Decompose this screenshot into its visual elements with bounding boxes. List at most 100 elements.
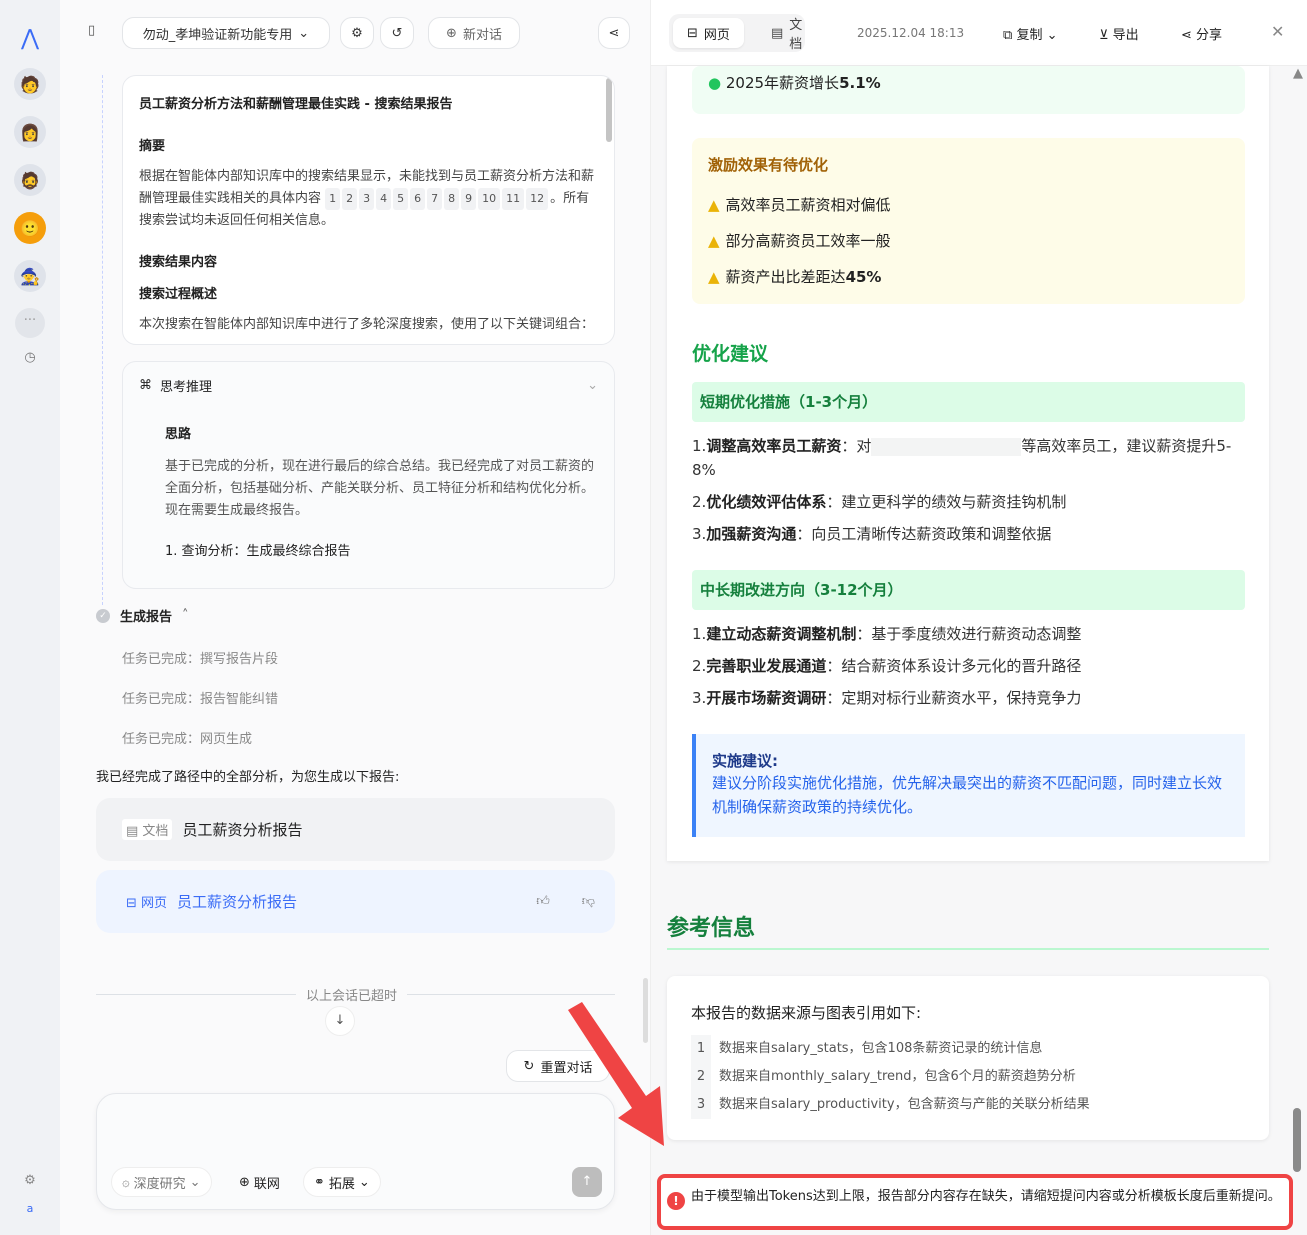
deep-research-toggle[interactable]: ۞ 深度研究 ⌄ [111, 1167, 212, 1197]
thinking-subtitle: 思路 [165, 427, 192, 442]
globe-icon: ⊕ [239, 1174, 250, 1190]
reference-intro: 本报告的数据来源与图表引用如下: [691, 1004, 922, 1022]
warning-icon: ▲ [708, 232, 720, 250]
citation-chip[interactable]: 6 [410, 188, 426, 210]
brain-icon: ۞ [122, 1174, 130, 1190]
thumbs-down-icon[interactable]: 👎︎ [582, 894, 595, 909]
chat-input[interactable] [113, 1106, 593, 1156]
new-chat-label: 新对话 [462, 27, 502, 43]
scroll-down-button[interactable]: ↓ [325, 1006, 355, 1036]
task-item: 任务已完成：撰写报告片段 [122, 652, 279, 667]
web-search-toggle[interactable]: ⊕ 联网 [239, 1167, 280, 1197]
agent-avatar-5[interactable]: 🧙 [14, 260, 46, 292]
timeout-text: 以上会话已超时 [296, 985, 408, 1004]
scroll-up-arrow[interactable]: ▲ [1293, 66, 1303, 81]
incentive-box: 激励效果有待优化 ▲ 高效率员工薪资相对偏低 ▲ 部分高薪资员工效率一般 ▲ 薪资产出… [692, 138, 1245, 304]
agent-avatar-2[interactable]: 👩 [14, 116, 46, 148]
agent-select[interactable]: 勿动_孝坤验证新功能专用 ⌄ [122, 17, 330, 49]
history-icon[interactable]: ◷ [24, 350, 35, 365]
gear-icon: ⚙ [351, 25, 363, 41]
growth-box: ● 2025年薪资增长5.1% [692, 66, 1245, 114]
share-button[interactable]: ⋖ [598, 17, 630, 49]
send-button[interactable]: ↑ [572, 1167, 602, 1197]
share-icon: ⋖ [608, 25, 620, 41]
app-logo-icon: ⋀ [20, 26, 40, 51]
doc-tag: ▤ 文档 [122, 819, 173, 840]
warning-item: ▲ 部分高薪资员工效率一般 [708, 232, 891, 250]
warning-icon: ▲ [708, 268, 720, 286]
incentive-title: 激励效果有待优化 [708, 156, 829, 174]
mid-item: 2.完善职业发展通道：结合薪资体系设计多元化的晋升路径 [692, 657, 1082, 675]
share-icon: ⋖ [1181, 28, 1192, 43]
error-text: 由于模型输出Tokens达到上限，报告部分内容存在缺失，请缩短提问内容或分析模板… [691, 1189, 1281, 1204]
chevron-up-icon: ˄ [182, 608, 189, 623]
agent-avatar-4[interactable]: 🙂 [14, 212, 46, 244]
short-term-heading: 短期优化措施（1-3个月） [692, 382, 1245, 422]
document-icon: ▤ [771, 25, 784, 41]
citation-chip[interactable]: 3 [359, 188, 375, 210]
citation-chip[interactable]: 11 [502, 188, 525, 210]
sidebar: ⋀ 🧑 👩 🧔 🙂 🧙 ··· ◷ ⚙ a [0, 0, 60, 1235]
timestamp: 2025.12.04 18:13 [857, 26, 965, 40]
toggle-sidebar-icon[interactable]: ▯ [88, 23, 95, 38]
process-text: 本次搜索在智能体内部知识库中进行了多轮深度搜索，使用了以下关键词组合： [139, 317, 595, 332]
error-icon: ! [667, 1192, 685, 1210]
extensions-dropdown[interactable]: ⚭ 拓展 ⌄ [303, 1167, 381, 1197]
citation-chip[interactable]: 1 [325, 188, 341, 210]
webpage-icon: ⊟ [687, 25, 698, 41]
citation-chip[interactable]: 4 [376, 188, 392, 210]
thinking-step: 1. 查询分析：生成最终综合报告 [165, 544, 351, 559]
citation-chip[interactable]: 10 [478, 188, 501, 210]
settings-icon[interactable]: ⚙ [24, 1173, 36, 1188]
more-icon[interactable]: ··· [15, 308, 45, 338]
agent-avatar-3[interactable]: 🧔 [14, 164, 46, 196]
citation-chip[interactable]: 5 [393, 188, 409, 210]
thinking-header[interactable]: ⌘ 思考推理 ⌄ [139, 376, 598, 395]
new-chat-button[interactable]: ⊕ 新对话 [428, 17, 520, 49]
chat-input-box: ۞ 深度研究 ⌄ ⊕ 联网 ⚭ 拓展 ⌄ ↑ [96, 1093, 615, 1210]
history-button[interactable]: ↺ [380, 17, 414, 49]
history-icon: ↺ [391, 25, 403, 41]
report-content: ● 2025年薪资增长5.1% 激励效果有待优化 ▲ 高效率员工薪资相对偏低 ▲ 部… [667, 66, 1269, 861]
warning-icon: ▲ [708, 196, 720, 214]
chevron-down-icon[interactable]: ⌄ [587, 378, 598, 393]
copy-button[interactable]: ⧉ 复制 ⌄ [1003, 24, 1057, 43]
results-heading: 搜索结果内容 [139, 255, 218, 270]
task-list: 任务已完成：撰写报告片段 任务已完成：报告智能纠错 任务已完成：网页生成 [122, 640, 278, 760]
generate-title: 生成报告 [120, 610, 173, 625]
citation-chip[interactable]: 12 [526, 188, 549, 210]
impl-text: 建议分阶段实施优化措施，优先解决最突出的薪资不匹配问题，同时建立长效机制确保薪资… [712, 774, 1223, 816]
thinking-title: 思考推理 [160, 380, 213, 395]
summary-heading: 摘要 [139, 139, 166, 154]
web-tag: ⊟ 网页 [126, 896, 168, 911]
doc-report-card[interactable]: ▤ 文档 员工薪资分析报告 [96, 798, 615, 861]
optimization-title: 优化建议 [692, 343, 769, 365]
card-scrollbar[interactable] [606, 78, 612, 142]
generate-report-header[interactable]: ✓ 生成报告 ˄ [96, 606, 189, 625]
settings-button[interactable]: ⚙ [340, 17, 374, 49]
citation-chip[interactable]: 9 [461, 188, 477, 210]
thumbs-up-icon[interactable]: 👍︎ [536, 894, 550, 909]
agent-avatar-1[interactable]: 🧑 [14, 68, 46, 100]
export-button[interactable]: ⊻ 导出 [1099, 24, 1139, 43]
citation-chip[interactable]: 8 [444, 188, 460, 210]
thinking-icon: ⌘ [139, 378, 152, 393]
share-button[interactable]: ⋖ 分享 [1181, 24, 1222, 43]
mid-item: 3.开展市场薪资调研：定期对标行业薪资水平，保持竞争力 [692, 689, 1082, 707]
tab-document[interactable]: ▤ 文档 [757, 18, 816, 52]
reference-item: 1 数据来自salary_stats，包含108条薪资记录的统计信息 [691, 1035, 1245, 1063]
citation-chip[interactable]: 2 [342, 188, 358, 210]
tab-webpage[interactable]: ⊟ 网页 [673, 18, 744, 48]
refresh-icon: ↻ [523, 1058, 535, 1074]
preview-toolbar: ⊟ 网页 ▤ 文档 2025.12.04 18:13 ⧉ 复制 ⌄ ⊻ 导出 ⋖ 分… [651, 0, 1307, 66]
report-scrollbar[interactable] [1293, 1108, 1301, 1172]
user-avatar[interactable]: a [27, 1202, 34, 1215]
token-limit-error: ! 由于模型输出Tokens达到上限，报告部分内容存在缺失，请缩短提问内容或分析… [657, 1174, 1293, 1230]
thinking-card: ⌘ 思考推理 ⌄ 思路 基于已完成的分析，现在进行最后的综合总结。我已经完成了对员工… [122, 361, 615, 589]
web-report-card[interactable]: ⊟ 网页 员工薪资分析报告 👍︎ 👎︎ [96, 870, 615, 933]
citation-chip[interactable]: 7 [427, 188, 443, 210]
close-icon[interactable]: ✕ [1271, 22, 1284, 41]
incentive-list: ▲ 高效率员工薪资相对偏低 ▲ 部分高薪资员工效率一般 ▲ 薪资产出比差距达45% [708, 187, 1229, 295]
implementation-box: 实施建议: 建议分阶段实施优化措施，优先解决最突出的薪资不匹配问题，同时建立长效… [692, 734, 1245, 837]
impl-title: 实施建议: [712, 752, 778, 770]
